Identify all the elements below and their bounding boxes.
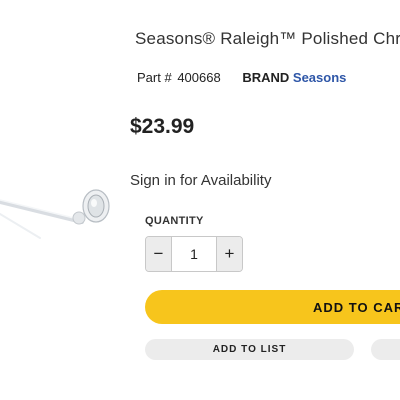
quantity-label: QUANTITY xyxy=(145,215,204,227)
part-label: Part # xyxy=(137,70,172,85)
product-page: Seasons® Raleigh™ Polished Chr Part # 40… xyxy=(0,0,400,400)
quantity-decrement-button[interactable]: − xyxy=(146,237,172,271)
secondary-action-button[interactable] xyxy=(371,339,400,360)
quantity-input[interactable] xyxy=(172,237,216,271)
add-to-cart-button[interactable]: ADD TO CAR xyxy=(145,290,400,324)
add-to-list-button[interactable]: ADD TO LIST xyxy=(145,339,354,360)
brand-label: BRAND xyxy=(242,70,290,85)
part-number: 400668 xyxy=(177,70,221,85)
product-image xyxy=(0,189,110,239)
product-price: $23.99 xyxy=(130,115,195,138)
product-title: Seasons® Raleigh™ Polished Chr xyxy=(135,29,400,48)
quantity-increment-button[interactable]: + xyxy=(216,237,242,271)
product-meta: Part # 400668 BRAND Seasons xyxy=(137,70,346,85)
quantity-stepper: − + xyxy=(145,236,243,272)
brand-link[interactable]: Seasons xyxy=(293,70,346,85)
add-to-cart-label: ADD TO CAR xyxy=(313,299,400,315)
availability-signin-link[interactable]: Sign in for Availability xyxy=(130,172,271,189)
